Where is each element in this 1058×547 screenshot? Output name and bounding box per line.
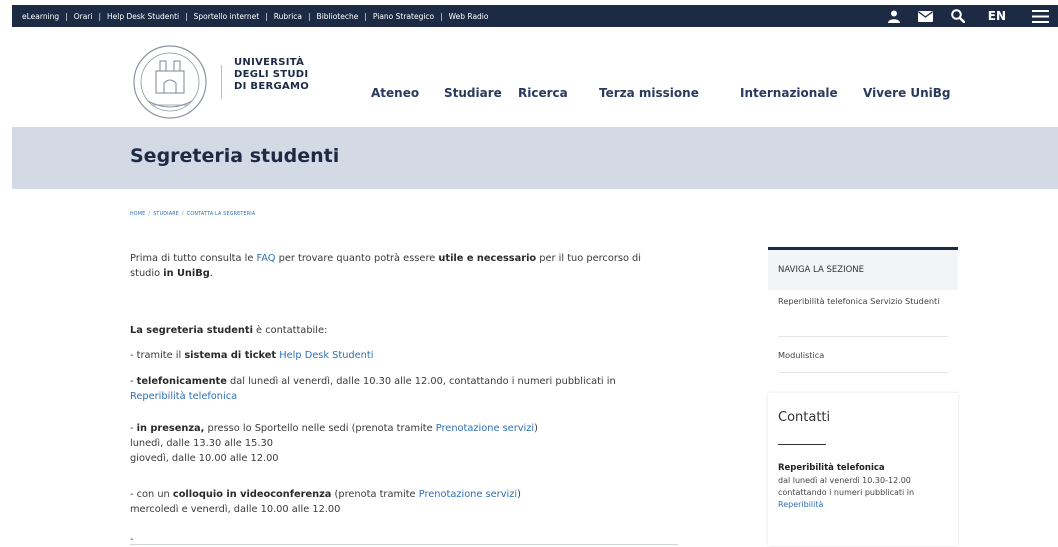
section-nav-item-reperibilita[interactable]: Reperibilità telefonica Servizio Student…	[778, 295, 948, 307]
utility-link-orari[interactable]: Orari	[74, 12, 93, 21]
bold-text: in presenza,	[136, 423, 205, 434]
utility-separator: |	[308, 11, 311, 21]
prenotazione-servizi-video-link[interactable]: Prenotazione servizi	[419, 489, 517, 500]
university-name-line3: DI BERGAMO	[234, 81, 310, 92]
contacts-heading: Reperibilità telefonica	[778, 463, 885, 473]
contacts-text: dal lunedì al venerdì 10.30-12.00 contat…	[778, 475, 950, 511]
video-hours: mercoledì e venerdì, dalle 10.00 alle 12…	[130, 504, 341, 515]
in-person-line: - in presenza, presso lo Sportello nelle…	[130, 421, 670, 436]
utility-separator: |	[440, 11, 443, 21]
section-nav-item-modulistica[interactable]: Modulistica	[778, 349, 948, 361]
intro-paragraph: Prima di tutto consulta le FAQ per trova…	[130, 251, 670, 281]
prenotazione-servizi-link[interactable]: Prenotazione servizi	[436, 423, 534, 434]
reperibilita-link[interactable]: Reperibilità telefonica	[130, 391, 237, 402]
breadcrumb: HOME / STUDIARE / CONTATTA LA SEGRETERIA	[130, 212, 255, 217]
faq-link[interactable]: FAQ	[257, 253, 276, 264]
menu-icon[interactable]	[1028, 5, 1052, 27]
contacts-title-rule	[778, 444, 826, 445]
search-icon[interactable]	[946, 5, 970, 27]
text: -	[130, 423, 137, 434]
utility-link-elearning[interactable]: eLearning	[22, 12, 59, 21]
help-desk-link[interactable]: Help Desk Studenti	[279, 350, 373, 361]
text: )	[534, 423, 538, 434]
contacts-box: Contatti Reperibilità telefonica dal lun…	[768, 393, 958, 546]
breadcrumb-current: CONTATTA LA SEGRETERIA	[186, 212, 256, 217]
utility-link-help-desk[interactable]: Help Desk Studenti	[107, 12, 179, 21]
bold-text: La segreteria studenti	[130, 325, 253, 336]
contact-ticket: - tramite il sistema di ticket Help Desk…	[130, 348, 670, 363]
breadcrumb-separator: /	[148, 212, 151, 217]
utility-bar: eLearning | Orari | Help Desk Studenti |…	[12, 5, 1058, 27]
contact-in-person: - in presenza, presso lo Sportello nelle…	[130, 421, 670, 466]
text: - tramite il	[130, 350, 185, 361]
section-nav-divider	[778, 372, 948, 373]
university-name-line2: DEGLI STUDI	[234, 69, 309, 80]
nav-studiare[interactable]: Studiare	[444, 86, 502, 100]
utility-link-web-radio[interactable]: Web Radio	[449, 12, 489, 21]
logo-divider	[221, 65, 222, 99]
text: - con un	[130, 489, 173, 500]
section-nav-divider	[778, 336, 948, 337]
in-person-hours-2: giovedì, dalle 10.00 alle 12.00	[130, 453, 279, 464]
utility-link-rubrica[interactable]: Rubrica	[274, 12, 302, 21]
text: dal lunedì al venerdì, dalle 10.30 alle …	[226, 376, 616, 387]
bold-text: in UniBg	[163, 268, 210, 279]
bold-text: colloquio in videoconferenza	[172, 489, 332, 500]
utility-link-sportello[interactable]: Sportello internet	[194, 12, 260, 21]
utility-link-biblioteche[interactable]: Biblioteche	[317, 12, 359, 21]
video-line: - con un colloquio in videoconferenza (p…	[130, 487, 670, 502]
section-nav-heading: NAVIGA LA SEZIONE	[778, 265, 865, 275]
breadcrumb-separator: /	[182, 212, 184, 217]
bold-text: utile e necessario	[438, 253, 537, 264]
utility-separator: |	[185, 11, 188, 21]
page-title-band: Segreteria studenti	[12, 127, 1058, 189]
nav-terza-missione[interactable]: Terza missione	[599, 86, 699, 100]
contact-video: - con un colloquio in videoconferenza (p…	[130, 487, 670, 517]
bold-text: telefonicamente	[136, 376, 227, 387]
text: presso lo Sportello nelle sedi (prenota …	[204, 423, 436, 434]
content-divider	[130, 544, 678, 545]
breadcrumb-home[interactable]: HOME	[130, 212, 145, 217]
utility-separator: |	[265, 11, 268, 21]
university-seal-logo[interactable]	[130, 43, 210, 121]
university-name[interactable]: UNIVERSITÀ DEGLI STUDI DI BERGAMO	[234, 57, 309, 93]
contacts-reperibilita-link[interactable]: Reperibilità	[778, 500, 823, 509]
contact-phone: - telefonicamente dal lunedì al venerdì,…	[130, 374, 670, 404]
nav-vivere-unibg[interactable]: Vivere UniBg	[863, 86, 951, 100]
university-name-line1: UNIVERSITÀ	[234, 57, 305, 68]
utility-separator: |	[65, 11, 68, 21]
mail-icon[interactable]	[914, 5, 938, 27]
text: .	[209, 268, 213, 279]
text: -	[130, 376, 137, 387]
text: Prima di tutto consulta le	[130, 253, 257, 264]
contacts-title: Contatti	[778, 410, 831, 425]
language-switch[interactable]: EN	[988, 9, 1006, 23]
text: dal lunedì al venerdì 10.30-12.00 contat…	[778, 476, 915, 497]
bold-text: sistema di ticket	[184, 350, 277, 361]
in-person-hours-1: lunedì, dalle 13.30 alle 15.30	[130, 438, 273, 449]
utility-separator: |	[364, 11, 367, 21]
text: per trovare quanto potrà essere	[275, 253, 439, 264]
nav-ricerca[interactable]: Ricerca	[518, 86, 568, 100]
text: )	[517, 489, 521, 500]
page-title: Segreteria studenti	[130, 145, 340, 167]
text: è contattabile:	[252, 325, 328, 336]
utility-links: eLearning | Orari | Help Desk Studenti |…	[12, 12, 488, 21]
utility-link-piano-strategico[interactable]: Piano Strategico	[373, 12, 434, 21]
contact-intro: La segreteria studenti è contattabile:	[130, 323, 670, 338]
breadcrumb-studiare[interactable]: STUDIARE	[153, 212, 179, 217]
nav-ateneo[interactable]: Ateneo	[371, 86, 419, 100]
utility-separator: |	[98, 11, 101, 21]
user-icon[interactable]	[882, 5, 906, 27]
utility-icons: EN	[874, 5, 1058, 27]
text: (prenota tramite	[331, 489, 419, 500]
site-header: UNIVERSITÀ DEGLI STUDI DI BERGAMO Ateneo…	[0, 27, 1058, 127]
section-navigation: NAVIGA LA SEZIONE Reperibilità telefonic…	[768, 247, 958, 373]
nav-internazionale[interactable]: Internazionale	[740, 86, 838, 100]
